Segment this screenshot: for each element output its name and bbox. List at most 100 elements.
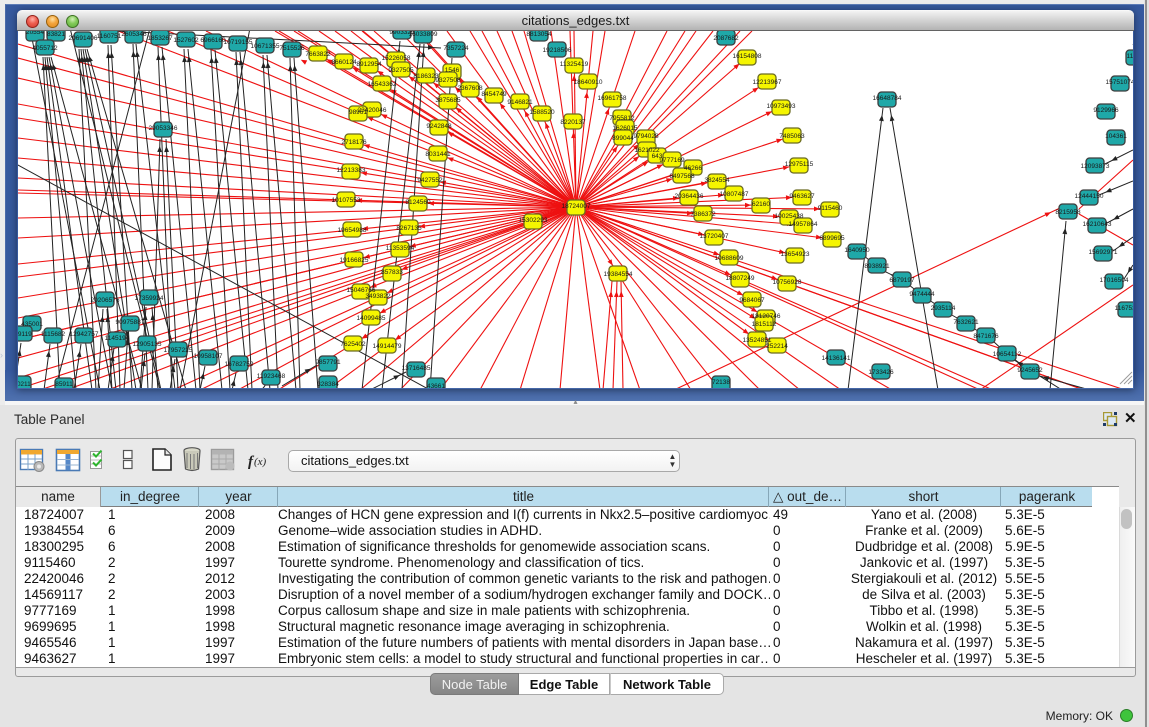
svg-text:435001: 435001 bbox=[21, 321, 43, 328]
svg-text:8471676: 8471676 bbox=[973, 333, 999, 340]
svg-text:19218506: 19218506 bbox=[543, 47, 572, 54]
svg-text:7485063: 7485063 bbox=[779, 133, 805, 140]
svg-text:14957864: 14957864 bbox=[789, 221, 818, 228]
svg-text:2935114: 2935114 bbox=[931, 305, 956, 312]
svg-text:11353594: 11353594 bbox=[386, 245, 415, 252]
svg-text:19166825: 19166825 bbox=[340, 257, 369, 264]
svg-text:13716485: 13716485 bbox=[402, 365, 431, 372]
svg-text:15226058: 15226058 bbox=[382, 55, 411, 62]
svg-text:16782759: 16782759 bbox=[225, 361, 254, 368]
svg-text:39119: 39119 bbox=[18, 331, 32, 338]
svg-text:10654112: 10654112 bbox=[993, 351, 1022, 358]
svg-text:12093873: 12093873 bbox=[1081, 163, 1110, 170]
svg-text:10025438: 10025438 bbox=[775, 213, 804, 220]
svg-text:1527602: 1527602 bbox=[173, 37, 199, 44]
svg-text:2087682: 2087682 bbox=[713, 35, 739, 42]
svg-text:9857791: 9857791 bbox=[315, 359, 341, 366]
svg-text:18724007: 18724007 bbox=[562, 203, 591, 210]
svg-text:46266: 46266 bbox=[684, 165, 702, 172]
svg-text:12905135: 12905135 bbox=[133, 341, 162, 348]
svg-text:98961: 98961 bbox=[349, 109, 367, 116]
svg-text:1167533: 1167533 bbox=[1115, 305, 1133, 312]
svg-text:9327505: 9327505 bbox=[388, 67, 414, 74]
svg-text:16210643: 16210643 bbox=[1083, 221, 1112, 228]
svg-text:20206576: 20206576 bbox=[91, 297, 120, 304]
svg-text:12213967: 12213967 bbox=[753, 79, 782, 86]
svg-text:1588520: 1588520 bbox=[529, 109, 555, 116]
svg-text:8813054: 8813054 bbox=[526, 31, 552, 38]
svg-text:8912954: 8912954 bbox=[356, 61, 382, 68]
svg-text:1160751: 1160751 bbox=[97, 33, 122, 40]
svg-text:17359924: 17359924 bbox=[135, 295, 164, 302]
svg-text:18807249: 18807249 bbox=[726, 275, 755, 282]
svg-text:8454749: 8454749 bbox=[481, 91, 507, 98]
svg-text:17957225: 17957225 bbox=[164, 347, 193, 354]
svg-text:20691406: 20691406 bbox=[69, 35, 98, 42]
svg-text:8124560: 8124560 bbox=[405, 199, 431, 206]
svg-text:10688609: 10688609 bbox=[715, 255, 744, 262]
svg-text:11325419: 11325419 bbox=[560, 61, 589, 68]
svg-text:9115460: 9115460 bbox=[818, 205, 843, 212]
svg-text:15751074: 15751074 bbox=[1106, 79, 1133, 86]
svg-text:8660124: 8660124 bbox=[331, 59, 357, 66]
svg-text:20364436: 20364436 bbox=[675, 193, 704, 200]
svg-text:90975887: 90975887 bbox=[116, 319, 145, 326]
svg-text:8938921: 8938921 bbox=[864, 263, 890, 270]
svg-text:10807487: 10807487 bbox=[720, 191, 749, 198]
svg-text:13654923: 13654923 bbox=[781, 251, 810, 258]
svg-text:18120746: 18120746 bbox=[752, 313, 781, 320]
svg-text:7386372: 7386372 bbox=[690, 211, 716, 218]
svg-text:16154808: 16154808 bbox=[733, 53, 762, 60]
svg-text:1853267: 1853267 bbox=[147, 35, 173, 42]
svg-text:16543362: 16543362 bbox=[368, 81, 397, 88]
svg-text:12975115: 12975115 bbox=[785, 161, 814, 168]
svg-text:6497568: 6497568 bbox=[669, 173, 695, 180]
svg-text:12213383: 12213383 bbox=[337, 167, 366, 174]
svg-text:90211: 90211 bbox=[18, 381, 31, 388]
svg-text:9903325: 9903325 bbox=[389, 31, 415, 36]
svg-text:9245652: 9245652 bbox=[1017, 367, 1043, 374]
svg-text:328384: 328384 bbox=[317, 381, 339, 388]
svg-text:9474444: 9474444 bbox=[909, 291, 935, 298]
svg-text:7632621: 7632621 bbox=[953, 319, 979, 326]
svg-text:10958107: 10958107 bbox=[194, 353, 223, 360]
svg-text:2605346: 2605346 bbox=[121, 31, 147, 38]
svg-text:252214: 252214 bbox=[766, 343, 788, 350]
svg-text:16961758: 16961758 bbox=[598, 95, 627, 102]
svg-text:10973493: 10973493 bbox=[767, 103, 796, 110]
svg-text:8267135: 8267135 bbox=[396, 225, 422, 232]
svg-text:9242848: 9242848 bbox=[426, 123, 452, 130]
svg-text:15302293: 15302293 bbox=[519, 217, 548, 224]
svg-text:9427552: 9427552 bbox=[417, 177, 443, 184]
svg-text:9327508: 9327508 bbox=[435, 77, 461, 84]
svg-text:11123: 11123 bbox=[1126, 53, 1133, 60]
svg-text:8220137: 8220137 bbox=[560, 119, 586, 126]
svg-text:14914479: 14914479 bbox=[373, 343, 402, 350]
svg-text:6899695: 6899695 bbox=[819, 235, 845, 242]
svg-text:8031441: 8031441 bbox=[425, 151, 451, 158]
svg-text:7515526: 7515526 bbox=[279, 45, 305, 52]
svg-text:12942757: 12942757 bbox=[70, 331, 99, 338]
svg-text:1640950: 1640950 bbox=[844, 247, 870, 254]
svg-text:1626015: 1626015 bbox=[612, 125, 638, 132]
svg-text:83821: 83821 bbox=[47, 31, 65, 38]
svg-text:1115682: 1115682 bbox=[41, 331, 66, 338]
svg-text:62160: 62160 bbox=[752, 201, 770, 208]
svg-text:7663822: 7663822 bbox=[305, 51, 331, 58]
svg-text:9463627: 9463627 bbox=[789, 193, 815, 200]
svg-text:9777169: 9777169 bbox=[659, 157, 685, 164]
svg-text:899044: 899044 bbox=[612, 135, 634, 142]
svg-text:(x): (x) bbox=[254, 456, 267, 468]
svg-text:11923468: 11923468 bbox=[257, 373, 286, 380]
svg-text:14099485: 14099485 bbox=[357, 315, 386, 322]
svg-text:18640910: 18640910 bbox=[574, 79, 603, 86]
svg-text:2718176: 2718176 bbox=[341, 139, 367, 146]
svg-text:10756928: 10756928 bbox=[773, 279, 802, 286]
svg-text:7625402: 7625402 bbox=[340, 341, 366, 348]
svg-text:13720407: 13720407 bbox=[700, 233, 729, 240]
svg-text:14136141: 14136141 bbox=[822, 355, 851, 362]
svg-text:10671355: 10671355 bbox=[251, 43, 280, 50]
svg-text:17016504: 17016504 bbox=[1100, 277, 1129, 284]
svg-text:9129966: 9129966 bbox=[1093, 107, 1119, 114]
svg-text:2367608: 2367608 bbox=[457, 85, 483, 92]
